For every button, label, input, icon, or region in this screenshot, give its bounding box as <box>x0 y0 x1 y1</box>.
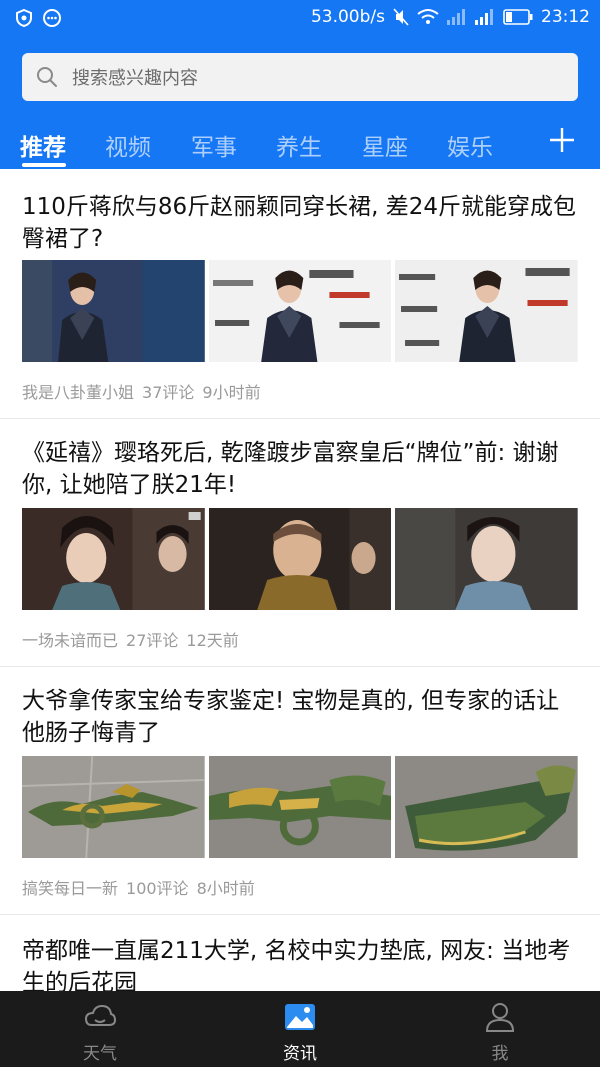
battery-icon <box>503 9 533 25</box>
cloud-icon <box>84 1004 117 1026</box>
thumbnail-image <box>395 508 579 610</box>
news-thumbnails <box>22 260 579 362</box>
app-header: 53.00b/s 23:12 搜索感兴趣内容 推荐 视频 军事 养生 星座 娱乐 <box>0 0 600 169</box>
news-title: 110斤蒋欣与86斤赵丽颖同穿长裙, 差24斤就能穿成包臀裙了? <box>22 194 577 252</box>
wifi-icon <box>417 9 439 24</box>
clock: 23:12 <box>541 7 590 27</box>
news-meta: 搞笑每日一新 100评论 8小时前 <box>22 875 255 899</box>
news-item[interactable]: 大爷拿传家宝给专家鉴定! 宝物是真的, 但专家的话让他肠子悔青了 搞笑每日一新 … <box>0 667 600 915</box>
add-category-icon[interactable] <box>548 126 576 154</box>
thumbnail-image <box>22 756 205 858</box>
thumbnail-image <box>395 260 579 362</box>
news-thumbnails <box>22 508 579 610</box>
signal-icon-2 <box>475 9 493 25</box>
bottom-navigation: 天气 资讯 我 <box>0 991 600 1067</box>
shield-icon <box>16 8 32 28</box>
nav-weather-label: 天气 <box>83 1044 117 1064</box>
thumbnail-image <box>22 508 205 610</box>
signal-icon-1 <box>447 9 465 25</box>
user-icon <box>485 1003 515 1032</box>
news-comments: 27评论 <box>126 631 179 650</box>
tab-entertainment[interactable]: 娱乐 <box>447 128 493 162</box>
nav-news-label: 资讯 <box>283 1044 317 1064</box>
tab-military[interactable]: 军事 <box>191 128 237 162</box>
news-source: 搞笑每日一新 <box>22 879 119 898</box>
news-title: 大爷拿传家宝给专家鉴定! 宝物是真的, 但专家的话让他肠子悔青了 <box>22 688 560 746</box>
nav-news[interactable]: 资讯 <box>200 991 400 1067</box>
thumbnail-image <box>208 508 392 610</box>
news-feed: 110斤蒋欣与86斤赵丽颖同穿长裙, 差24斤就能穿成包臀裙了? 我是八卦董小姐… <box>0 169 600 991</box>
news-time: 8小时前 <box>196 879 255 898</box>
tab-video[interactable]: 视频 <box>105 128 151 162</box>
news-icon <box>285 1004 315 1030</box>
tab-recommend[interactable]: 推荐 <box>20 128 66 162</box>
search-placeholder: 搜索感兴趣内容 <box>72 68 198 89</box>
news-item[interactable]: 110斤蒋欣与86斤赵丽颖同穿长裙, 差24斤就能穿成包臀裙了? 我是八卦董小姐… <box>0 169 600 419</box>
news-thumbnails <box>22 756 579 858</box>
search-icon <box>37 67 57 87</box>
news-title: 《延禧》璎珞死后, 乾隆踱步富察皇后“牌位”前: 谢谢你, 让她陪了朕21年! <box>22 440 559 498</box>
news-comments: 37评论 <box>142 383 195 402</box>
nav-me-label: 我 <box>491 1044 509 1064</box>
status-bar: 53.00b/s 23:12 <box>0 0 600 36</box>
thumbnail-image <box>208 756 392 858</box>
message-icon <box>43 9 61 27</box>
news-item[interactable]: 《延禧》璎珞死后, 乾隆踱步富察皇后“牌位”前: 谢谢你, 让她陪了朕21年! <box>0 419 600 667</box>
news-source: 一场未谙而已 <box>22 631 119 650</box>
network-speed: 53.00b/s <box>310 7 385 27</box>
thumbnail-image <box>22 260 205 362</box>
news-time: 12天前 <box>186 631 239 650</box>
news-time: 9小时前 <box>202 383 261 402</box>
news-item[interactable]: 帝都唯一直属211大学, 名校中实力垫底, 网友: 当地考生的后花园 <box>0 915 600 991</box>
category-tabs: 推荐 视频 军事 养生 星座 娱乐 <box>0 122 600 168</box>
news-meta: 一场未谙而已 27评论 12天前 <box>22 627 239 651</box>
search-input[interactable]: 搜索感兴趣内容 <box>22 53 578 101</box>
tab-health[interactable]: 养生 <box>276 128 322 162</box>
news-title: 帝都唯一直属211大学, 名校中实力垫底, 网友: 当地考生的后花园 <box>22 938 571 991</box>
nav-weather[interactable]: 天气 <box>0 991 200 1067</box>
thumbnail-image <box>208 260 392 362</box>
news-meta: 我是八卦董小姐 37评论 9小时前 <box>22 379 261 403</box>
news-comments: 100评论 <box>126 879 189 898</box>
news-source: 我是八卦董小姐 <box>22 383 135 402</box>
tab-horoscope[interactable]: 星座 <box>362 128 408 162</box>
thumbnail-image <box>395 756 579 858</box>
nav-me[interactable]: 我 <box>400 991 600 1067</box>
active-tab-indicator <box>22 163 66 167</box>
mute-icon <box>393 8 409 26</box>
